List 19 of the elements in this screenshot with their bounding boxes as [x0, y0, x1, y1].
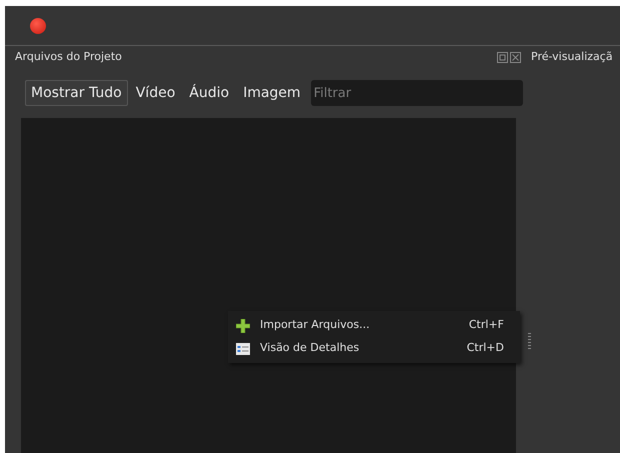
close-icon[interactable] — [510, 52, 521, 62]
filter-field[interactable]: Filtrar — [310, 80, 523, 106]
close-button[interactable] — [30, 18, 46, 34]
list-icon — [236, 342, 250, 354]
splitter-handle[interactable] — [528, 333, 531, 351]
filter-tab[interactable]: Áudio — [183, 80, 236, 106]
panel-title: Arquivos do Projeto — [15, 48, 122, 65]
float-icon[interactable] — [497, 52, 508, 62]
menu-item[interactable]: Importar Arquivos... Ctrl+F — [228, 314, 520, 337]
filter-tab[interactable]: Mostrar Tudo — [25, 80, 128, 106]
plus-icon — [236, 318, 250, 332]
preview-title: Pré-visualizaçã — [531, 48, 613, 65]
menu-label: Importar Arquivos... — [260, 317, 371, 334]
menu-item[interactable]: Visão de Detalhes Ctrl+D — [228, 337, 520, 360]
menu-label: Visão de Detalhes — [260, 340, 360, 356]
menu-shortcut: Ctrl+F — [468, 317, 504, 334]
filter-tab[interactable]: Imagem — [237, 80, 307, 106]
menu-shortcut: Ctrl+D — [466, 340, 504, 356]
filter-tab[interactable]: Vídeo — [130, 80, 182, 106]
